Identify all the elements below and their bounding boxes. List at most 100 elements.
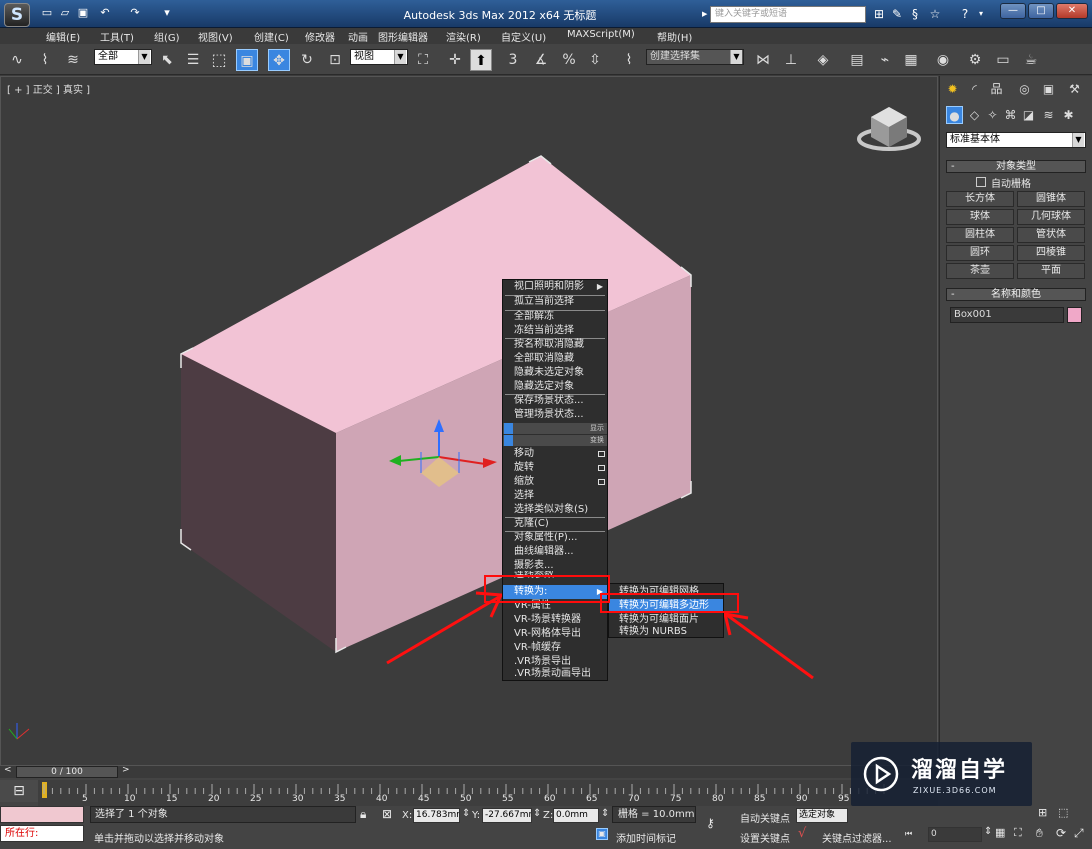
menu-animation[interactable]: 动画 — [348, 29, 368, 44]
maximize-viewport-icon[interactable]: ⤢ — [1074, 826, 1084, 841]
zoom-region-icon[interactable]: ⬚ — [1058, 806, 1068, 819]
menu-unhide-all[interactable]: 全部取消隐藏 — [503, 352, 607, 366]
schematic-view-icon[interactable]: ▦ — [900, 49, 922, 71]
window-crossing-icon[interactable]: ▣ — [236, 49, 258, 71]
rectangle-selection-icon[interactable]: ⬚ — [208, 49, 230, 71]
geometry-type-dropdown[interactable]: 标准基本体 ▼ — [946, 132, 1086, 148]
redo-icon[interactable]: ↷ — [128, 6, 142, 20]
select-and-rotate-icon[interactable]: ↻ — [296, 49, 318, 71]
menu-clone[interactable]: 克隆(C) — [503, 517, 607, 531]
rendered-frame-window-icon[interactable]: ▭ — [992, 49, 1014, 71]
binoculars-icon[interactable]: ⊞ — [870, 6, 888, 22]
menu-vr-mesh-export[interactable]: VR-网格体导出 — [503, 627, 607, 641]
y-coordinate-input[interactable]: -27.667mm — [482, 808, 532, 823]
time-tag-icon[interactable]: ▣ — [596, 828, 608, 840]
tube-button[interactable]: 管状体 — [1017, 227, 1085, 243]
create-tab-icon[interactable]: ✹ — [944, 80, 961, 98]
select-by-name-icon[interactable]: ☰ — [182, 49, 204, 71]
y-spinner-icon[interactable]: ⇕ — [533, 808, 541, 819]
graphite-tools-icon[interactable]: ▤ — [846, 49, 868, 71]
edit-named-selection-icon[interactable]: ⌇ — [618, 49, 640, 71]
new-file-icon[interactable]: ▭ — [40, 6, 54, 20]
z-spinner-icon[interactable]: ⇕ — [601, 808, 609, 819]
time-slider-thumb[interactable]: 0 / 100 — [16, 766, 118, 778]
object-color-swatch[interactable] — [1067, 307, 1082, 323]
material-editor-icon[interactable]: ◉ — [932, 49, 954, 71]
menu-vr-frame-buffer[interactable]: VR-帧缓存 — [503, 641, 607, 655]
shapes-category-icon[interactable]: ◇ — [966, 106, 983, 124]
auto-key-button[interactable]: 自动关键点 — [740, 810, 790, 825]
current-frame-input[interactable]: 0 — [928, 827, 982, 842]
keyboard-shortcut-override-icon[interactable]: ⬆ — [470, 49, 492, 71]
angle-snap-icon[interactable]: ∡ — [530, 49, 552, 71]
orbit-icon[interactable]: ⟳ — [1056, 826, 1066, 840]
selected-mode-dropdown[interactable]: 选定对象 — [796, 808, 848, 823]
set-key-icon[interactable]: ⚷ — [706, 816, 715, 830]
menu-customize[interactable]: 自定义(U) — [501, 29, 546, 44]
reference-coordinate-dropdown[interactable]: 视图 ▼ — [350, 49, 408, 65]
add-time-tag-button[interactable]: 添加时间标记 — [616, 830, 676, 845]
hierarchy-tab-icon[interactable]: 品 — [988, 80, 1005, 98]
settings-box-icon[interactable] — [598, 479, 605, 485]
align-icon[interactable]: ⊥ — [780, 49, 802, 71]
perspective-viewport[interactable]: [ + ] 正交 ] 真实 ] — [0, 76, 938, 766]
cameras-category-icon[interactable]: ⌘ — [1002, 106, 1019, 124]
autogrid-checkbox[interactable] — [976, 177, 986, 187]
menu-viewport-lighting[interactable]: 视口照明和阴影 ▶ — [503, 280, 607, 294]
select-object-icon[interactable]: ⬉ — [156, 49, 178, 71]
name-color-rollout-header[interactable]: - 名称和颜色 — [946, 288, 1086, 301]
snaps-toggle-icon[interactable]: 3 — [502, 49, 524, 71]
x-coordinate-input[interactable]: 16.783mm — [413, 808, 460, 823]
menu-modifiers[interactable]: 修改器 — [305, 29, 335, 44]
time-slider-next-icon[interactable]: > — [122, 765, 130, 775]
lights-category-icon[interactable]: ✧ — [984, 106, 1001, 124]
undo-icon[interactable]: ↶ — [98, 6, 112, 20]
maximize-button[interactable]: □ — [1028, 3, 1054, 19]
plane-button[interactable]: 平面 — [1017, 263, 1085, 279]
time-config-icon[interactable]: ▦ — [995, 826, 1005, 839]
menu-rotate[interactable]: 旋转 — [503, 461, 607, 475]
render-setup-icon[interactable]: ⚙ — [964, 49, 986, 71]
minimize-button[interactable]: — — [1000, 3, 1026, 19]
menu-group[interactable]: 组(G) — [154, 29, 180, 44]
go-to-start-icon[interactable]: ⏮ — [905, 829, 912, 839]
frame-spinner-icon[interactable]: ⇕ — [984, 826, 992, 837]
menu-save-scene-state[interactable]: 保存场景状态... — [503, 394, 607, 408]
select-and-move-icon[interactable]: ✥ — [268, 49, 290, 71]
percent-snap-icon[interactable]: % — [558, 49, 580, 71]
exchange-icon[interactable]: § — [906, 6, 924, 22]
menu-create[interactable]: 创建(C) — [254, 29, 289, 44]
menu-edit[interactable]: 编辑(E) — [46, 29, 80, 44]
menu-select[interactable]: 选择 — [503, 489, 607, 503]
object-type-rollout-header[interactable]: - 对象类型 — [946, 160, 1086, 173]
zoom-extents-all-icon[interactable]: ⊞ — [1038, 806, 1047, 819]
mirror-icon[interactable]: ⋈ — [752, 49, 774, 71]
menu-curve-editor[interactable]: 曲线编辑器... — [503, 545, 607, 559]
menu-manage-scene-states[interactable]: 管理场景状态... — [503, 408, 607, 422]
cone-button[interactable]: 圆锥体 — [1017, 191, 1085, 207]
render-production-icon[interactable]: ☕ — [1020, 49, 1042, 71]
modify-tab-icon[interactable]: ◜ — [966, 80, 983, 98]
sphere-button[interactable]: 球体 — [946, 209, 1014, 225]
menu-tools[interactable]: 工具(T) — [100, 29, 134, 44]
layer-manager-icon[interactable]: ◈ — [812, 49, 834, 71]
utilities-tab-icon[interactable]: ⚒ — [1066, 80, 1083, 98]
unlink-icon[interactable]: ⌇ — [34, 49, 56, 71]
menu-select-similar[interactable]: 选择类似对象(S) — [503, 503, 607, 517]
bind-space-warp-icon[interactable]: ≋ — [62, 49, 84, 71]
menu-unhide-by-name[interactable]: 按名称取消隐藏 — [503, 338, 607, 352]
menu-freeze-selection[interactable]: 冻结当前选择 — [503, 324, 607, 338]
menu-scale[interactable]: 缩放 — [503, 475, 607, 489]
link-icon[interactable]: ∿ — [6, 49, 28, 71]
menu-vr-scene-converter[interactable]: VR-场景转换器 — [503, 613, 607, 627]
x-spinner-icon[interactable]: ⇕ — [462, 808, 470, 819]
spinner-snap-icon[interactable]: ⇳ — [584, 49, 606, 71]
geosphere-button[interactable]: 几何球体 — [1017, 209, 1085, 225]
key-curve-icon[interactable]: √ — [798, 826, 806, 841]
mini-curve-editor-icon[interactable]: ⊟ — [0, 780, 38, 802]
search-input[interactable]: 键入关键字或短语 — [710, 6, 866, 23]
favorites-star-icon[interactable]: ☆ — [926, 6, 944, 22]
set-key-button[interactable]: 设置关键点 — [740, 830, 790, 845]
menu-move[interactable]: 移动 — [503, 447, 607, 461]
pivot-center-icon[interactable]: ⛶ — [412, 49, 434, 71]
